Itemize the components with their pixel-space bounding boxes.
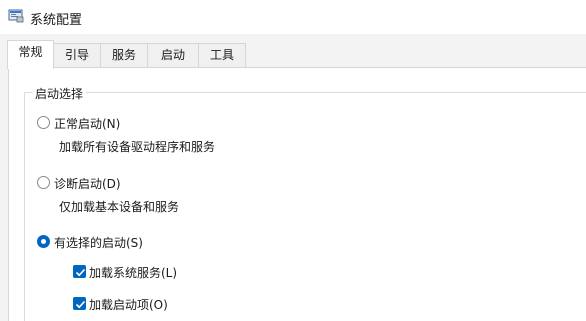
- tab-strip: 常规 引导 服务 启动 工具: [0, 34, 586, 69]
- msconfig-app-icon: [8, 9, 24, 23]
- checkmark-icon: [75, 268, 86, 277]
- title-bar: 系统配置: [0, 0, 586, 34]
- selective-startup-label[interactable]: 有选择的启动(S): [54, 234, 143, 251]
- selective-startup-radio[interactable]: [37, 235, 50, 248]
- diagnostic-startup-description: 仅加载基本设备和服务: [59, 200, 180, 214]
- normal-startup-radio[interactable]: [37, 116, 50, 129]
- tab-services[interactable]: 服务: [100, 43, 148, 67]
- load-startup-items-checkbox[interactable]: [73, 297, 86, 310]
- tab-tools[interactable]: 工具: [198, 43, 246, 67]
- startup-selection-legend: 启动选择: [32, 85, 87, 102]
- diagnostic-startup-radio[interactable]: [37, 176, 50, 189]
- window-title: 系统配置: [30, 13, 83, 28]
- tab-general[interactable]: 常规: [7, 40, 54, 69]
- general-tab-panel: 启动选择 正常启动(N) 加载所有设备驱动程序和服务 诊断启动(D) 仅加载基本…: [8, 67, 586, 321]
- normal-startup-label[interactable]: 正常启动(N): [54, 115, 120, 132]
- load-startup-items-label[interactable]: 加载启动项(O): [89, 296, 168, 313]
- checkmark-icon: [75, 300, 86, 309]
- tab-startup[interactable]: 启动: [147, 43, 199, 67]
- load-system-services-checkbox[interactable]: [73, 265, 86, 278]
- normal-startup-description: 加载所有设备驱动程序和服务: [59, 140, 216, 154]
- load-system-services-label[interactable]: 加载系统服务(L): [89, 264, 177, 281]
- tab-boot[interactable]: 引导: [53, 43, 101, 67]
- diagnostic-startup-label[interactable]: 诊断启动(D): [54, 175, 121, 192]
